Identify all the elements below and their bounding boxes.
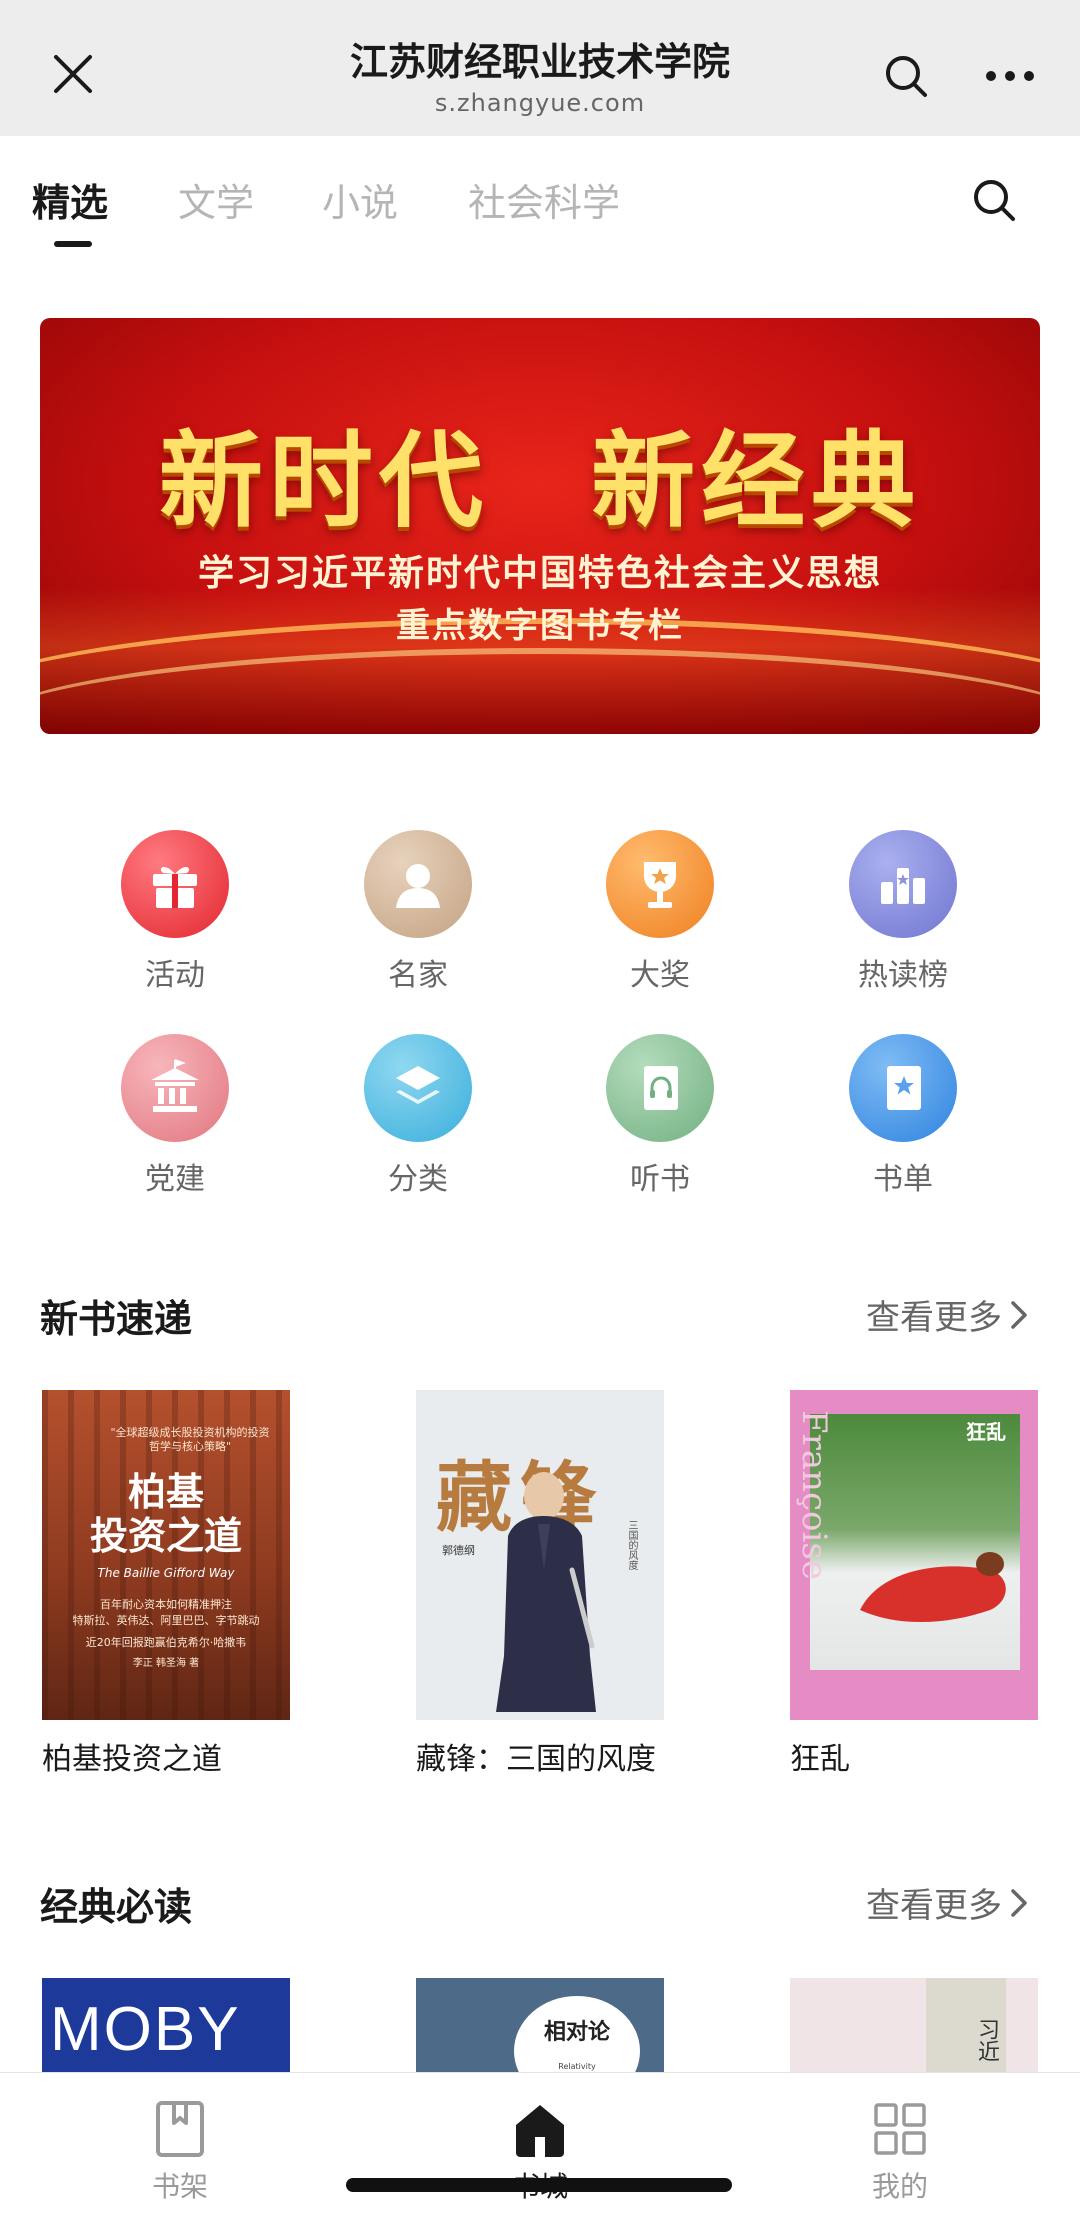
book-cover: MOBY DICK [42,1978,290,2072]
shortcut-label: 大奖 [630,958,690,993]
cover-title: 习近 [974,2018,999,2062]
trophy-icon [606,830,714,938]
shortcut-hot-ranking[interactable]: 热读榜 [823,830,983,994]
more-icon-dot [1024,71,1034,81]
book-cover: "全球超级成长股投资机构的投资哲学与核心策略" 柏基 投资之道 The Bail… [42,1390,290,1720]
page-url: s.zhangyue.com [434,89,646,117]
grid-icon [874,2103,926,2155]
cover-quote: "全球超级成长股投资机构的投资哲学与核心策略" [110,1426,270,1453]
book-card[interactable]: MOBY DICK [42,1978,290,2072]
shortcut-label: 分类 [388,1162,448,1197]
new-books-see-more[interactable]: 查看更多 [866,1290,1030,1339]
person-icon [364,830,472,938]
classics-see-more[interactable]: 查看更多 [866,1878,1030,1927]
shortcut-label: 活动 [145,958,205,993]
shortcut-activity[interactable]: 活动 [95,830,255,994]
promo-banner[interactable]: 新时代 新经典 学习习近平新时代中国特色社会主义思想 重点数字图书专栏 [40,318,1040,734]
close-icon [54,55,92,93]
home-indicator[interactable] [346,2178,732,2192]
cover-subtitle: Relativity [558,2062,596,2071]
tab-novel[interactable]: 小说 [322,172,398,227]
nav-bookshelf[interactable]: 书架 [110,2099,250,2205]
cover-authors: 李正 韩圣海 著 [132,1658,200,1669]
see-more-label: 查看更多 [866,1886,1002,1926]
banner-subtitle: 学习习近平新时代中国特色社会主义思想 [197,552,882,594]
gift-icon [121,830,229,938]
shortcut-label: 热读榜 [858,958,948,993]
shortcut-booklists[interactable]: 书单 [823,1034,983,1198]
shortcut-label: 名家 [388,958,448,993]
top-bar: 江苏财经职业技术学院 s.zhangyue.com [0,0,1080,136]
new-books-title: 新书速递 [40,1297,193,1341]
book-cover: Françoise Sagan 狂乱 [790,1390,1038,1720]
banner-subtitle-2: 重点数字图书专栏 [396,606,684,646]
headphones-book-icon [606,1034,714,1142]
tab-social-science[interactable]: 社会科学 [468,172,620,227]
cover-title: 柏基 投资之道 [89,1470,242,1558]
shortcut-label: 书单 [873,1162,933,1197]
tab-active-indicator [54,241,92,247]
book-title: 狂乱 [790,1742,850,1777]
classics-title: 经典必读 [40,1885,193,1929]
shortcut-awards[interactable]: 大奖 [580,830,740,994]
shortcut-label: 党建 [145,1162,205,1197]
chevron-right-icon [1011,1300,1027,1329]
home-icon [516,2105,564,2157]
page-title: 江苏财经职业技术学院 [349,40,730,84]
cover-author: 郭德纲 [442,1544,475,1557]
cover-side-text: 三国的风度 [626,1520,637,1570]
more-icon-dot [986,71,996,81]
reclining-figure [860,1552,1006,1623]
book-cover: 习近 [790,1978,1038,2072]
book-card[interactable]: 习近 [790,1978,1038,2072]
cover-title: 狂乱 [966,1420,1006,1444]
cover-author-name: Françoise Sagan [790,1410,834,1580]
more-button[interactable] [975,56,1045,96]
book-title: 藏锋：三国的风度 [416,1742,656,1777]
booklist-icon [849,1034,957,1142]
cover-note: 百年耐心资本如何精准押注 [100,1598,232,1611]
chevron-right-icon [1011,1888,1027,1917]
book-title: 柏基投资之道 [42,1742,222,1777]
shortcut-audiobooks[interactable]: 听书 [580,1034,740,1198]
book-card[interactable]: 相对论 Relativity [416,1978,664,2072]
book-card[interactable]: 藏锋 三国的风度 郭德纲 藏锋：三国的风度 [416,1390,664,1778]
top-search-button[interactable] [876,46,936,106]
layers-icon [364,1034,472,1142]
shortcut-famous-authors[interactable]: 名家 [338,830,498,994]
cover-subtitle: The Baillie Gifford Way [97,1566,235,1580]
more-icon-dot [1005,71,1015,81]
book-card[interactable]: Françoise Sagan 狂乱 狂乱 [790,1390,1038,1778]
tab-literature[interactable]: 文学 [178,172,254,227]
tab-featured[interactable]: 精选 [32,172,108,227]
shortcut-party-building[interactable]: 党建 [95,1034,255,1198]
nav-label: 我的 [871,2170,928,2203]
book-card[interactable]: "全球超级成长股投资机构的投资哲学与核心策略" 柏基 投资之道 The Bail… [42,1390,290,1778]
cover-note: 特斯拉、英伟达、阿里巴巴、字节跳动 [72,1614,260,1627]
category-tabs: 精选 文学 小说 社会科学 [0,136,1080,266]
performer-figure [496,1472,596,1712]
shortcut-label: 听书 [630,1162,690,1197]
book-cover: 藏锋 三国的风度 郭德纲 [416,1390,664,1720]
search-icon [886,56,927,97]
cover-note: 近20年回报跑赢伯克希尔·哈撒韦 [85,1636,247,1649]
store-search-button[interactable] [962,168,1026,232]
ranking-icon [849,830,957,938]
see-more-label: 查看更多 [866,1298,1002,1338]
bookshelf-icon [156,2101,204,2157]
nav-label: 书架 [151,2170,208,2203]
book-cover: 相对论 Relativity [416,1978,664,2072]
close-button[interactable] [38,44,108,104]
cover-title: MOBY DICK [50,1995,240,2072]
shortcut-categories[interactable]: 分类 [338,1034,498,1198]
search-icon [974,180,1015,221]
cover-title: 相对论 [543,2020,610,2045]
nav-mine[interactable]: 我的 [830,2099,970,2205]
banner-headline: 新时代 新经典 [158,419,922,542]
page-header: 江苏财经职业技术学院 s.zhangyue.com [240,36,840,118]
building-icon [121,1034,229,1142]
